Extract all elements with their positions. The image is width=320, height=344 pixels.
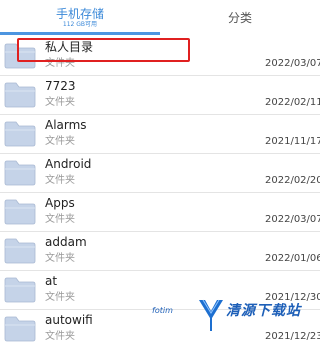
file-name: 7723	[45, 79, 76, 93]
folder-icon	[4, 43, 36, 69]
storage-available-text: 112 GB可用	[62, 21, 98, 28]
file-type: 文件夹	[45, 58, 75, 69]
file-name: at	[45, 274, 58, 288]
file-row-private[interactable]: 私人目录 文件夹 2022/03/07	[0, 37, 320, 76]
storage-tabs: 手机存储 112 GB可用 分类	[0, 0, 320, 37]
file-name: autowifi	[45, 313, 93, 327]
file-type: 文件夹	[45, 292, 75, 303]
file-row-apps[interactable]: Apps 文件夹 2022/03/07	[0, 193, 320, 232]
tab-phone-storage-label: 手机存储	[55, 7, 104, 21]
file-date: 2022/02/11	[265, 97, 320, 108]
file-date: 2021/11/17	[265, 136, 320, 147]
tab-phone-storage[interactable]: 手机存储 112 GB可用	[0, 0, 160, 34]
file-date: 2021/12/30	[265, 292, 320, 303]
file-type: 文件夹	[45, 136, 75, 147]
folder-icon	[4, 277, 36, 303]
file-row-addam[interactable]: addam 文件夹 2022/01/06	[0, 232, 320, 271]
file-type: 文件夹	[45, 331, 75, 342]
tab-category-label: 分类	[227, 11, 252, 25]
folder-icon	[4, 160, 36, 186]
file-date: 2021/12/23	[265, 331, 320, 342]
file-name: Alarms	[45, 118, 87, 132]
file-row-alarms[interactable]: Alarms 文件夹 2021/11/17	[0, 115, 320, 154]
file-row-autowifi[interactable]: autowifi 文件夹 2021/12/23	[0, 310, 320, 344]
file-name: 私人目录	[45, 40, 94, 54]
file-row-at[interactable]: at 文件夹 2021/12/30	[0, 271, 320, 310]
file-date: 2022/01/06	[265, 253, 320, 264]
file-list: 私人目录 文件夹 2022/03/07 7723 文件夹 2022/02/11 …	[0, 37, 320, 344]
folder-icon	[4, 82, 36, 108]
file-type: 文件夹	[45, 253, 75, 264]
file-name: addam	[45, 235, 87, 249]
file-date: 2022/02/20	[265, 175, 320, 186]
folder-icon	[4, 199, 36, 225]
folder-icon	[4, 238, 36, 264]
file-date: 2022/03/07	[265, 214, 320, 225]
file-name: Apps	[45, 196, 75, 210]
file-type: 文件夹	[45, 175, 75, 186]
tab-category[interactable]: 分类	[160, 0, 320, 34]
active-tab-indicator	[0, 32, 160, 35]
folder-icon	[4, 121, 36, 147]
file-row-android[interactable]: Android 文件夹 2022/02/20	[0, 154, 320, 193]
file-row-7723[interactable]: 7723 文件夹 2022/02/11	[0, 76, 320, 115]
file-type: 文件夹	[45, 214, 75, 225]
folder-icon	[4, 316, 36, 342]
file-date: 2022/03/07	[265, 58, 320, 69]
file-type: 文件夹	[45, 97, 75, 108]
file-name: Android	[45, 157, 92, 171]
